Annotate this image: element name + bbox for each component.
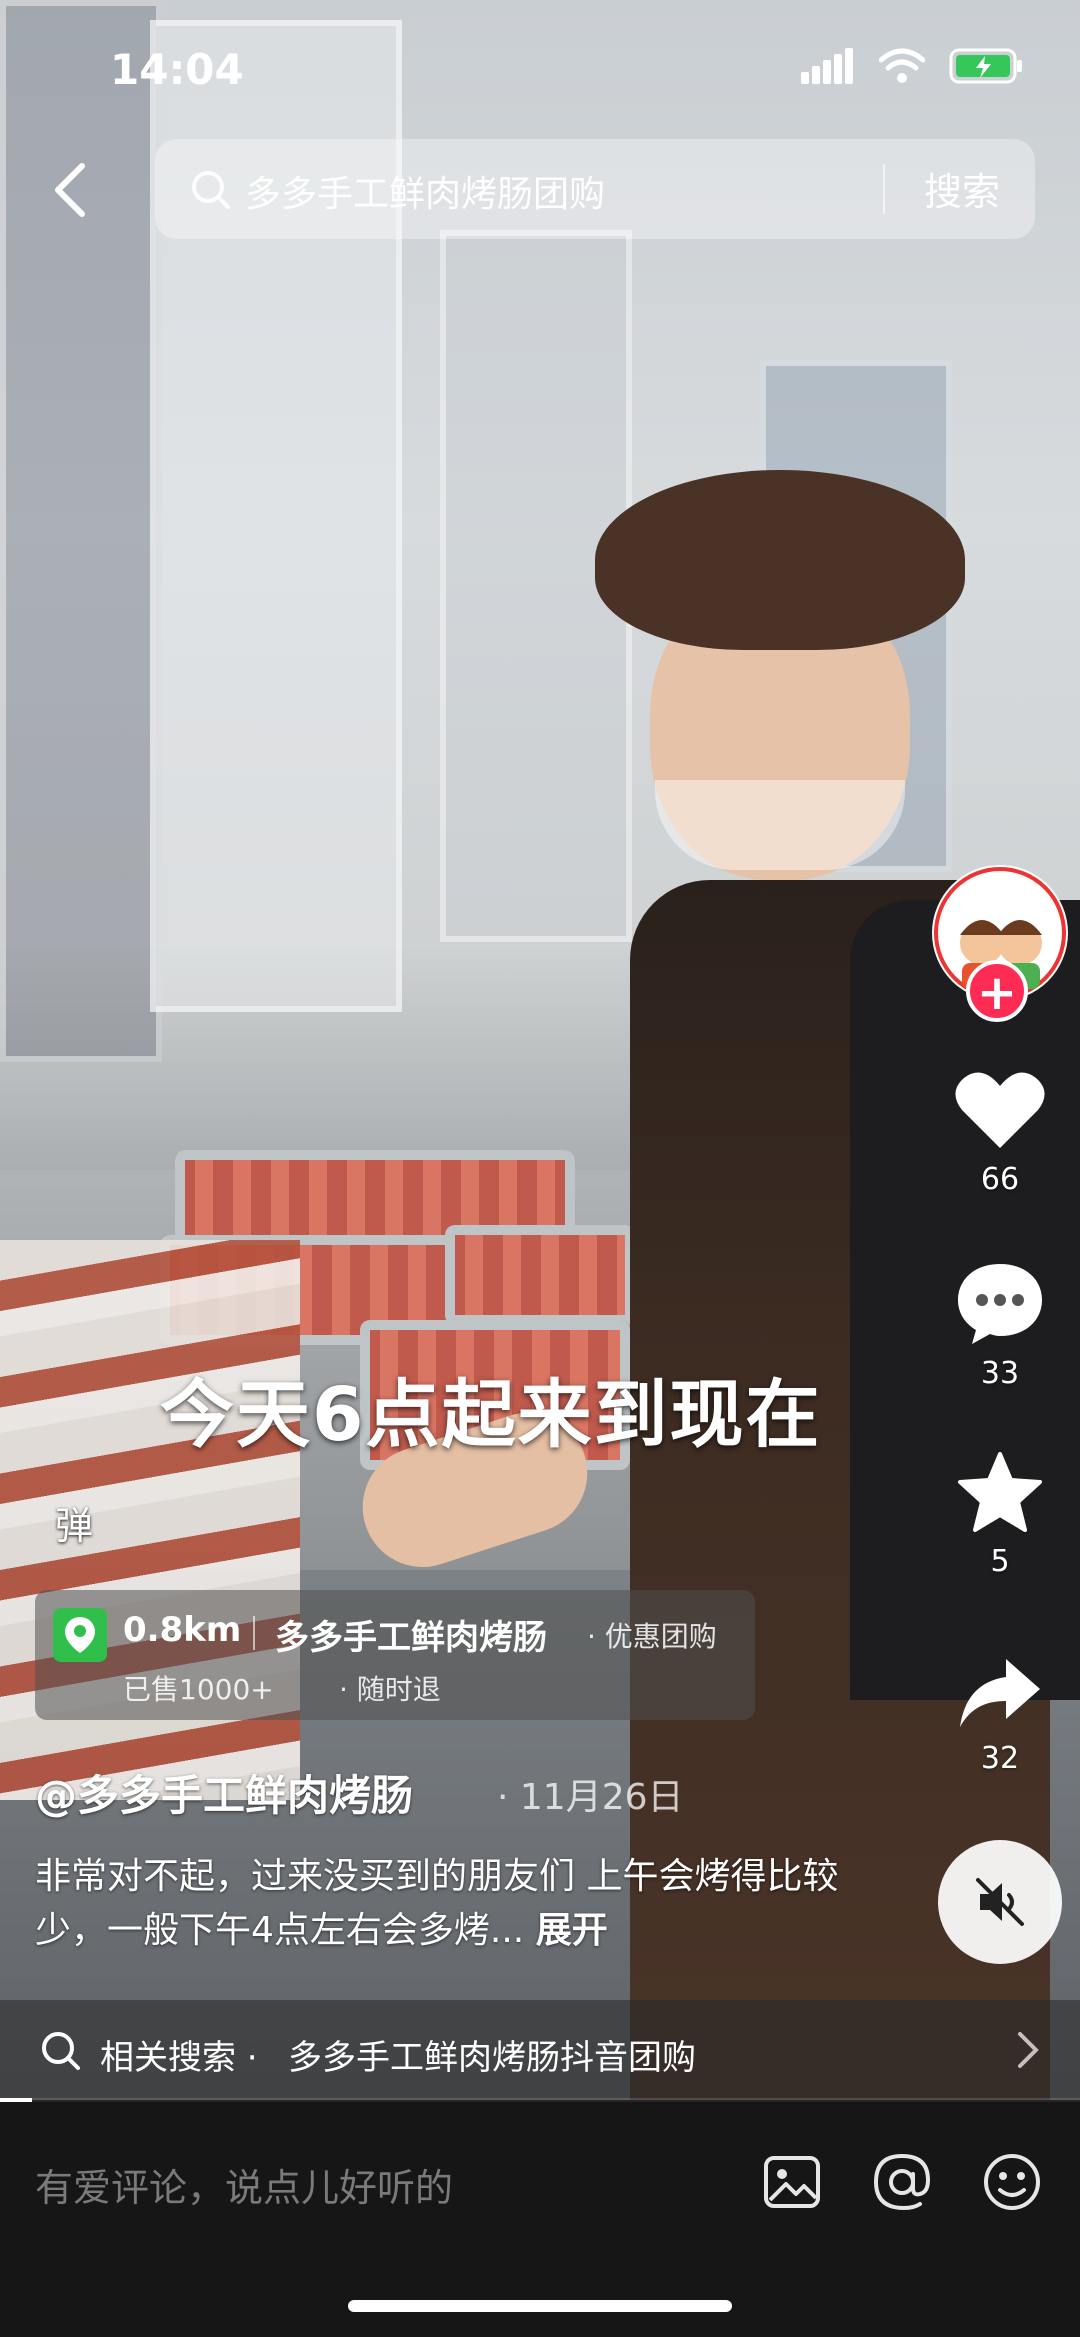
follow-button[interactable]: + — [966, 960, 1028, 1022]
video-subtitle: 今天6点起来到现在 — [160, 1372, 822, 1458]
heart-icon — [955, 1072, 1045, 1148]
search-icon — [42, 2032, 80, 2070]
status-bar: 14:04 — [0, 0, 1080, 140]
like-action[interactable]: 66 — [950, 1068, 1050, 1197]
battery-charging-icon — [949, 48, 1022, 84]
location-pin-icon — [53, 1608, 107, 1662]
poi-refund: · 随时退 — [339, 1673, 441, 1706]
chevron-right-icon — [1018, 2032, 1039, 2068]
search-row: 多多手工鲜肉烤肠团购 搜索 — [0, 135, 1080, 245]
comment-count: 33 — [980, 1356, 1020, 1391]
back-arrow-icon — [55, 163, 85, 217]
poi-divider — [253, 1616, 255, 1650]
poi-tag: · 优惠团购 — [587, 1620, 717, 1653]
expand-link[interactable]: 展开 — [536, 1910, 608, 1951]
post-date: · 11月26日 — [497, 1777, 684, 1818]
speaker-muted-icon — [976, 1878, 1024, 1926]
comment-input[interactable]: 有爱评论，说点儿好听的 — [35, 2157, 453, 2212]
favorite-action[interactable]: 5 — [950, 1450, 1050, 1579]
like-count: 66 — [980, 1162, 1020, 1197]
related-search-bar[interactable]: 相关搜索 · 多多手工鲜肉烤肠抖音团购 — [0, 2000, 1080, 2100]
share-arrow-icon — [960, 1659, 1040, 1727]
search-query[interactable]: 多多手工鲜肉烤肠团购 — [245, 165, 605, 217]
face-shield — [655, 780, 905, 870]
share-action[interactable]: 32 — [950, 1655, 1050, 1776]
search-button[interactable]: 搜索 — [924, 161, 1000, 216]
poi-distance: 0.8km — [123, 1610, 242, 1650]
status-icons — [801, 48, 1025, 84]
emoji-icon[interactable] — [980, 2150, 1044, 2214]
home-indicator[interactable] — [348, 2300, 732, 2312]
sausage-tray — [445, 1225, 635, 1325]
image-picker-icon[interactable] — [760, 2150, 824, 2214]
caption-text: 非常对不起，过来没买到的朋友们 上午会烤得比较少，一般下午4点左右会多烤... — [35, 1856, 839, 1951]
poi-sold: 已售1000+ — [123, 1673, 274, 1706]
favorite-count: 5 — [990, 1544, 1010, 1579]
author-name[interactable]: @多多手工鲜肉烤肠 — [35, 1762, 413, 1823]
back-button[interactable] — [40, 155, 100, 225]
comment-action[interactable]: 33 — [950, 1260, 1050, 1391]
search-icon — [192, 171, 230, 209]
star-icon — [958, 1452, 1042, 1532]
comment-bubble-icon — [958, 1264, 1042, 1344]
search-divider — [883, 164, 885, 214]
status-time: 14:04 — [110, 45, 244, 94]
signal-icon — [801, 48, 853, 84]
search-box[interactable]: 多多手工鲜肉烤肠团购 搜索 — [155, 139, 1035, 239]
wifi-icon — [879, 48, 925, 83]
share-count: 32 — [980, 1741, 1020, 1776]
related-search-label: 相关搜索 · — [100, 2038, 258, 2078]
related-search-query[interactable]: 多多手工鲜肉烤肠抖音团购 — [288, 2030, 696, 2079]
video-screen[interactable]: 14:04 多多手工鲜肉烤肠团购 搜索 今天6点起来到现在 弹 + 66 33 … — [0, 0, 1080, 2337]
mute-button[interactable] — [938, 1840, 1062, 1964]
poi-card[interactable]: 0.8km 多多手工鲜肉烤肠 · 优惠团购 已售1000+ · 随时退 — [35, 1590, 755, 1720]
poi-name: 多多手工鲜肉烤肠 — [275, 1618, 547, 1658]
danmu-toggle[interactable]: 弹 — [55, 1495, 93, 1550]
person-hat — [595, 470, 965, 650]
post-caption: 非常对不起，过来没买到的朋友们 上午会烤得比较少，一般下午4点左右会多烤... … — [35, 1850, 855, 1958]
mention-icon[interactable] — [870, 2150, 934, 2214]
